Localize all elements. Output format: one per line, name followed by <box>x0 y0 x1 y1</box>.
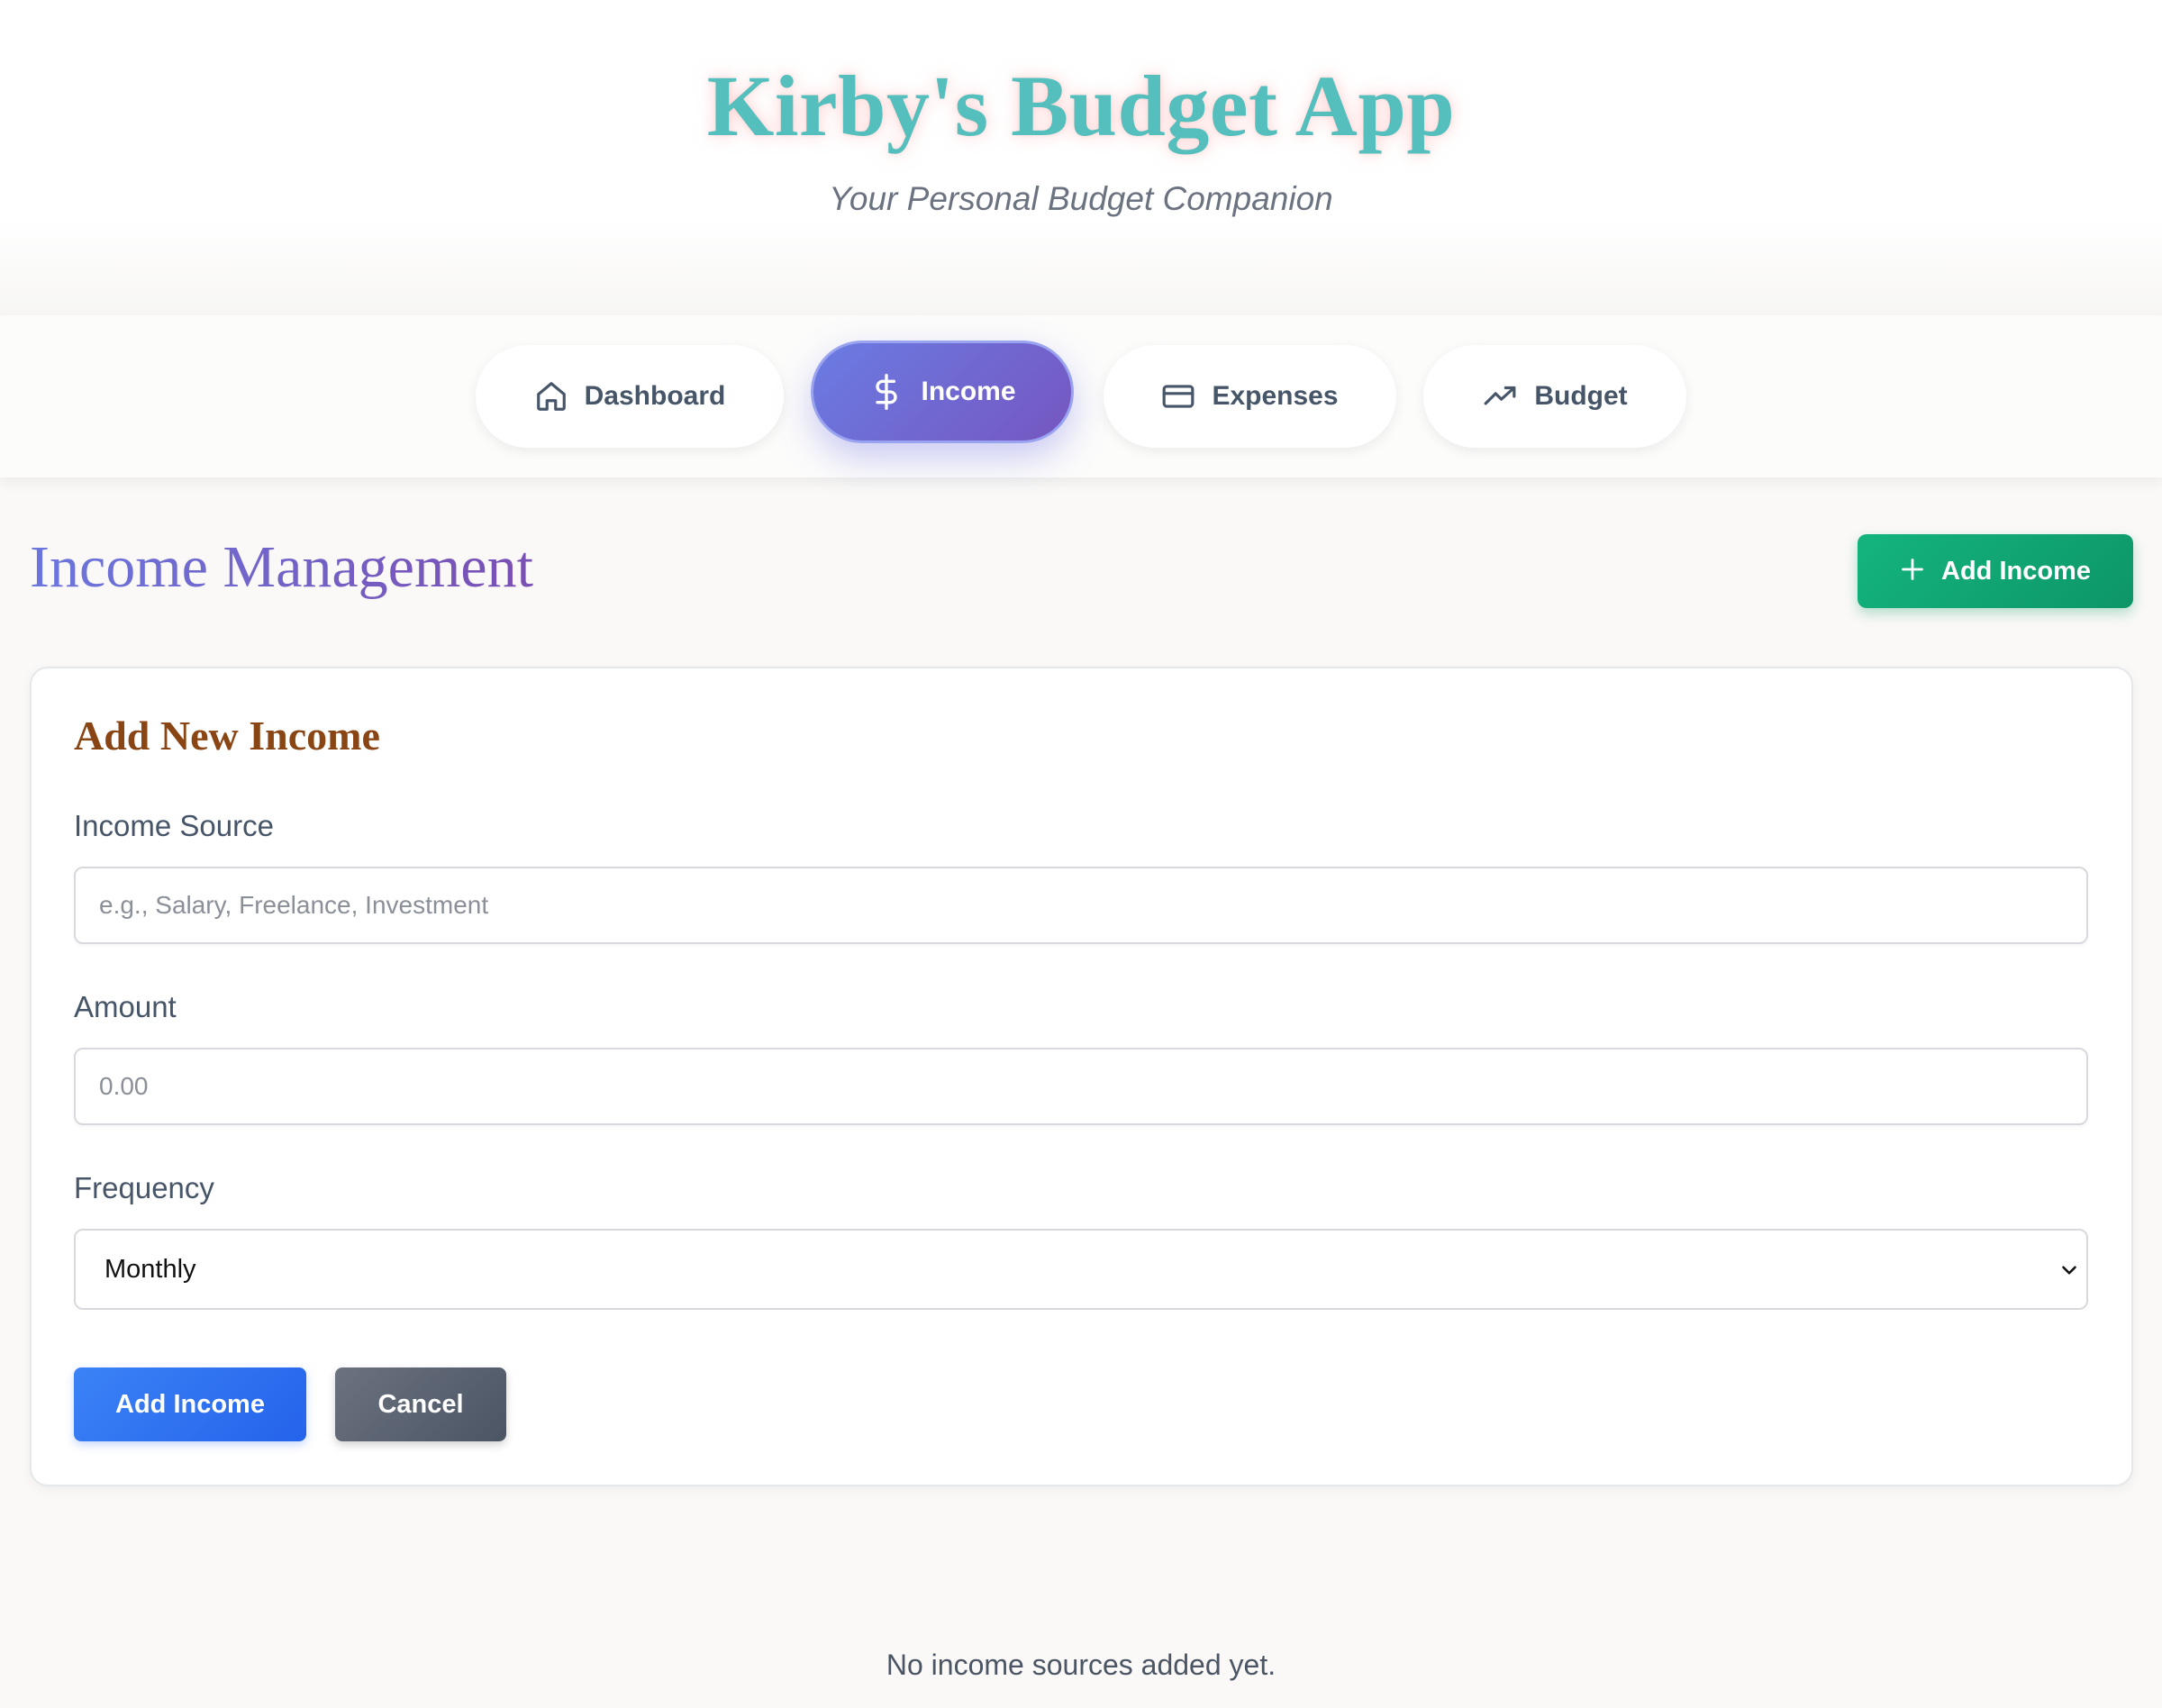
amount-placeholder: 0.00 <box>99 1072 149 1100</box>
nav-item-label: Dashboard <box>584 381 726 411</box>
amount-input[interactable]: 0.00 <box>74 1048 2088 1125</box>
nav-item-label: Income <box>921 377 1016 406</box>
plus-icon <box>1900 554 1925 588</box>
income-source-placeholder: e.g., Salary, Freelance, Investment <box>99 891 489 919</box>
form-title: Add New Income <box>74 713 380 759</box>
chevron-down-icon <box>2058 1258 2081 1289</box>
income-source-label: Income Source <box>74 809 274 842</box>
page-title: Income Management <box>30 534 533 600</box>
add-income-button[interactable]: Add Income <box>1858 534 2133 608</box>
app-header: Kirby's Budget App Your Personal Budget … <box>0 0 2162 315</box>
nav-item-income[interactable]: Income <box>811 341 1074 443</box>
empty-state-message: No income sources added yet. <box>886 1649 1276 1681</box>
main-nav: Dashboard Income Expenses Budget <box>0 315 2162 477</box>
cancel-button[interactable]: Cancel <box>335 1367 506 1441</box>
dollar-icon <box>868 371 904 413</box>
frequency-label: Frequency <box>74 1171 214 1204</box>
page: Kirby's Budget App Your Personal Budget … <box>0 0 2162 1708</box>
frequency-selected-value: Monthly <box>104 1254 196 1284</box>
add-income-button-label: Add Income <box>1941 556 2091 586</box>
amount-label: Amount <box>74 990 177 1023</box>
nav-item-expenses[interactable]: Expenses <box>1104 345 1396 448</box>
trending-up-icon <box>1482 379 1518 413</box>
income-source-input[interactable]: e.g., Salary, Freelance, Investment <box>74 867 2088 944</box>
home-icon <box>534 379 568 413</box>
submit-income-button[interactable]: Add Income <box>74 1367 306 1441</box>
nav-item-dashboard[interactable]: Dashboard <box>476 345 784 448</box>
app-subtitle: Your Personal Budget Companion <box>829 180 1333 217</box>
nav-item-budget[interactable]: Budget <box>1423 345 1686 448</box>
frequency-select[interactable]: Monthly <box>74 1229 2088 1310</box>
app-title: Kirby's Budget App <box>706 58 1456 154</box>
nav-item-label: Budget <box>1534 381 1628 411</box>
credit-card-icon <box>1161 379 1195 413</box>
nav-item-label: Expenses <box>1212 381 1339 411</box>
